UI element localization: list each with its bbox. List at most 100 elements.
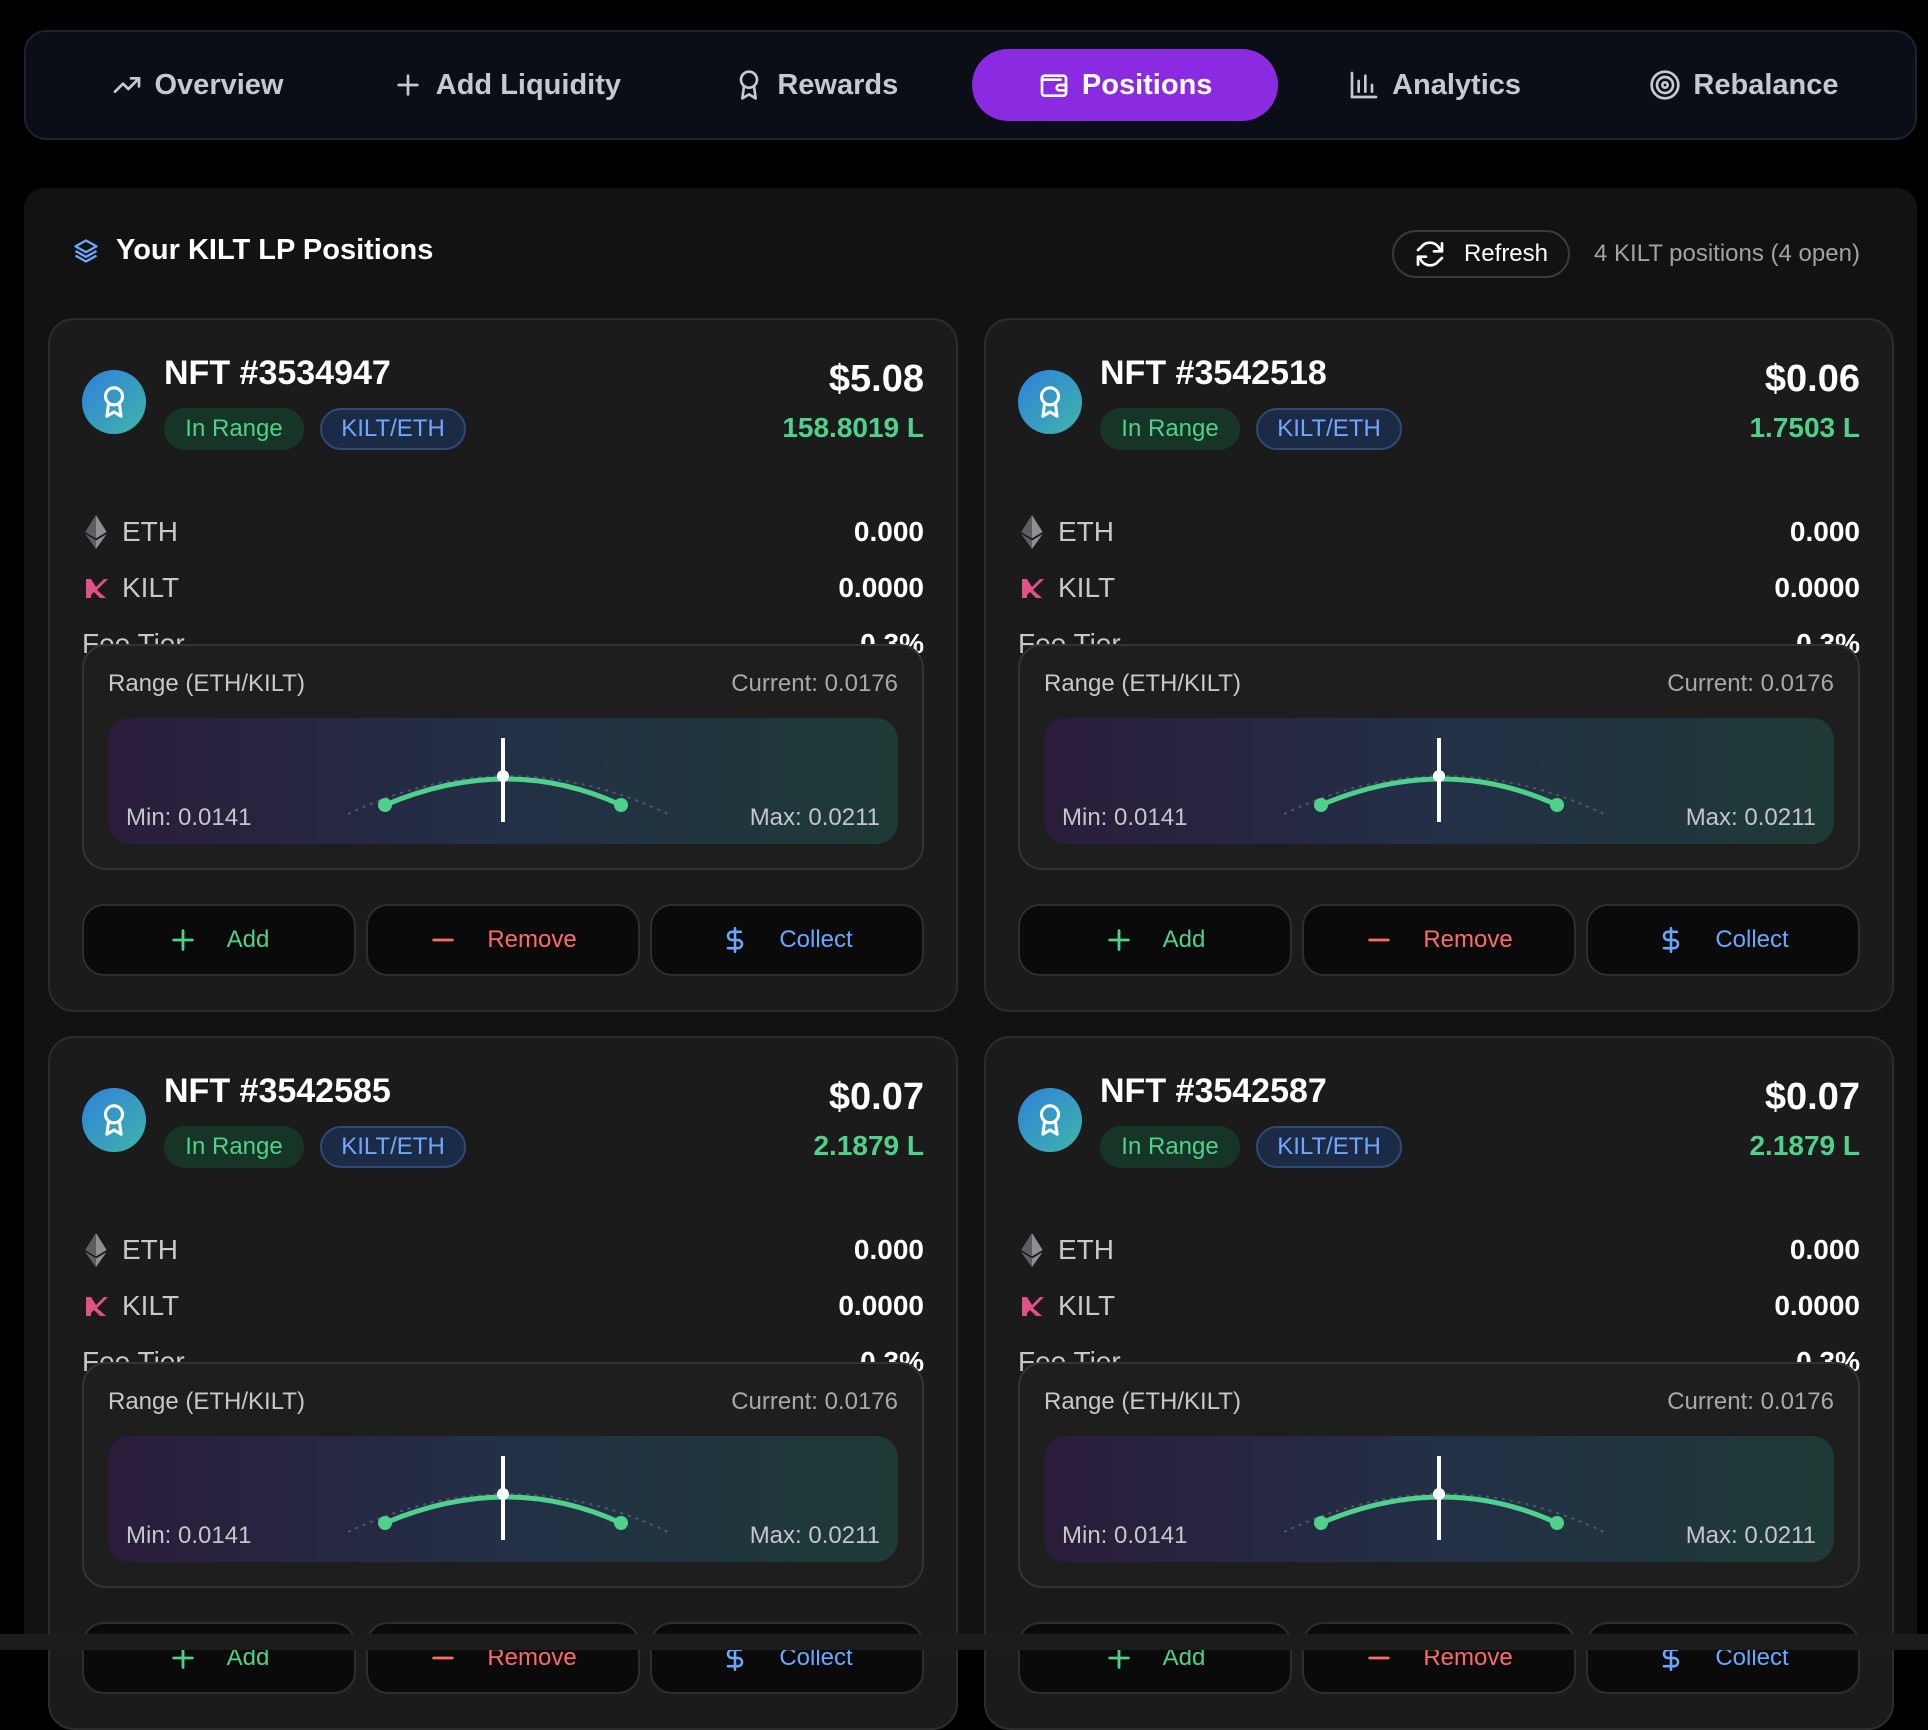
- range-max: Max: 0.0211: [749, 1522, 880, 1549]
- kilt-logo-icon: [86, 579, 108, 598]
- range-min-point: [378, 1516, 392, 1530]
- nft-title: NFT #3542585: [164, 1072, 391, 1110]
- award-icon: [103, 386, 125, 418]
- range-min-point: [378, 798, 392, 812]
- position-avatar: [1018, 370, 1082, 434]
- panel-title-text: Your KILT LP Positions: [116, 234, 434, 266]
- current-price-point: [497, 1488, 509, 1500]
- tab-label: Analytics: [1392, 68, 1522, 101]
- tab-rebalance[interactable]: Rebalance: [1591, 49, 1897, 121]
- position-liquidity: 2.1879 L: [813, 1130, 924, 1161]
- tab-label: Rebalance: [1693, 68, 1839, 101]
- current-price-point: [1433, 770, 1445, 782]
- range-max: Max: 0.0211: [1685, 1522, 1816, 1549]
- eth-label: ETH: [1058, 516, 1114, 547]
- kilt-amount: 0.0000: [838, 1290, 924, 1321]
- range-min: Min: 0.0141: [1062, 804, 1188, 831]
- range-visual: Min: 0.0141 Max: 0.0211: [108, 718, 898, 844]
- add-button[interactable]: Add: [1018, 1622, 1292, 1694]
- nft-title: NFT #3542518: [1100, 354, 1327, 392]
- pair-badge: KILT/ETH: [1256, 1126, 1402, 1168]
- dollar-icon: [1663, 927, 1680, 953]
- remove-button[interactable]: Remove: [366, 904, 640, 976]
- position-avatar: [1018, 1088, 1082, 1152]
- tab-analytics[interactable]: Analytics: [1282, 49, 1588, 121]
- minus-icon: [1368, 938, 1391, 942]
- nft-title: NFT #3542587: [1100, 1072, 1327, 1110]
- minus-icon: [432, 938, 455, 942]
- kilt-label: KILT: [122, 572, 180, 603]
- range-max: Max: 0.0211: [749, 804, 880, 831]
- card-actions: Add Remove Collect: [82, 1622, 924, 1694]
- tab-overview[interactable]: Overview: [44, 49, 350, 121]
- position-value: $0.06: [1764, 358, 1860, 400]
- bottom-edge: [0, 1634, 1928, 1650]
- add-button[interactable]: Add: [82, 904, 356, 976]
- range-min: Min: 0.0141: [1062, 1522, 1188, 1549]
- position-card: NFT #3534947 In Range KILT/ETH $5.08 158…: [48, 318, 958, 1012]
- kilt-label: KILT: [1058, 1290, 1116, 1321]
- add-button[interactable]: Add: [82, 1622, 356, 1694]
- trend-up-icon: [113, 77, 140, 93]
- tab-add-liquidity[interactable]: Add Liquidity: [353, 49, 659, 121]
- tab-positions[interactable]: Positions: [972, 49, 1279, 121]
- collect-label: Collect: [779, 926, 853, 953]
- collect-button[interactable]: Collect: [1586, 904, 1860, 976]
- top-nav: Overview Add Liquidity Rewards Positions…: [24, 30, 1917, 140]
- award-icon: [739, 70, 759, 100]
- position-liquidity: 158.8019 L: [782, 412, 924, 443]
- eth-row: ETH 0.000: [1018, 1230, 1860, 1270]
- card-actions: Add Remove Collect: [82, 904, 924, 976]
- range-max: Max: 0.0211: [1685, 804, 1816, 831]
- ethereum-icon: [1021, 515, 1043, 549]
- card-actions: Add Remove Collect: [1018, 1622, 1860, 1694]
- award-icon: [103, 1104, 125, 1136]
- tab-label: Positions: [1081, 68, 1213, 101]
- kilt-amount: 0.0000: [1774, 572, 1860, 603]
- refresh-label: Refresh: [1463, 240, 1549, 267]
- position-liquidity: 2.1879 L: [1749, 1130, 1860, 1161]
- position-liquidity: 1.7503 L: [1749, 412, 1860, 443]
- position-card: NFT #3542518 In Range KILT/ETH $0.06 1.7…: [984, 318, 1894, 1012]
- range-label: Range (ETH/KILT): [1044, 1388, 1241, 1415]
- position-avatar: [82, 1088, 146, 1152]
- tab-label: Add Liquidity: [435, 68, 622, 101]
- collect-button[interactable]: Collect: [650, 904, 924, 976]
- refresh-icon: [1416, 241, 1444, 267]
- position-avatar: [82, 370, 146, 434]
- kilt-amount: 0.0000: [838, 572, 924, 603]
- status-badge: In Range: [1100, 1126, 1240, 1168]
- add-button[interactable]: Add: [1018, 904, 1292, 976]
- kilt-label: KILT: [122, 1290, 180, 1321]
- eth-amount: 0.000: [1789, 516, 1860, 547]
- range-min: Min: 0.0141: [126, 1522, 252, 1549]
- collect-button[interactable]: Collect: [1586, 1622, 1860, 1694]
- dollar-icon: [727, 927, 744, 953]
- remove-button[interactable]: Remove: [1302, 1622, 1576, 1694]
- eth-label: ETH: [122, 516, 178, 547]
- range-label: Range (ETH/KILT): [108, 670, 305, 697]
- kilt-row: KILT 0.0000: [82, 1286, 924, 1326]
- eth-row: ETH 0.000: [82, 1230, 924, 1270]
- remove-button[interactable]: Remove: [1302, 904, 1576, 976]
- range-min: Min: 0.0141: [126, 804, 252, 831]
- kilt-amount: 0.0000: [1774, 1290, 1860, 1321]
- kilt-logo-icon: [86, 1297, 108, 1316]
- kilt-logo-icon: [1022, 1297, 1044, 1316]
- positions-count: 4 KILT positions (4 open): [1594, 240, 1860, 267]
- eth-amount: 0.000: [853, 516, 924, 547]
- refresh-button[interactable]: Refresh: [1392, 230, 1570, 278]
- range-section: Range (ETH/KILT) Current: 0.0176 Min: 0.…: [1018, 1362, 1860, 1588]
- range-visual: Min: 0.0141 Max: 0.0211: [1044, 718, 1834, 844]
- ethereum-icon: [1021, 1233, 1043, 1267]
- tab-rewards[interactable]: Rewards: [663, 49, 969, 121]
- remove-button[interactable]: Remove: [366, 1622, 640, 1694]
- pair-badge: KILT/ETH: [1256, 408, 1402, 450]
- eth-label: ETH: [122, 1234, 178, 1265]
- collect-button[interactable]: Collect: [650, 1622, 924, 1694]
- range-max-point: [614, 798, 628, 812]
- position-value: $5.08: [828, 358, 924, 400]
- tab-label: Rewards: [777, 68, 899, 101]
- range-current: Current: 0.0176: [1667, 670, 1834, 697]
- layers-icon: [74, 238, 98, 263]
